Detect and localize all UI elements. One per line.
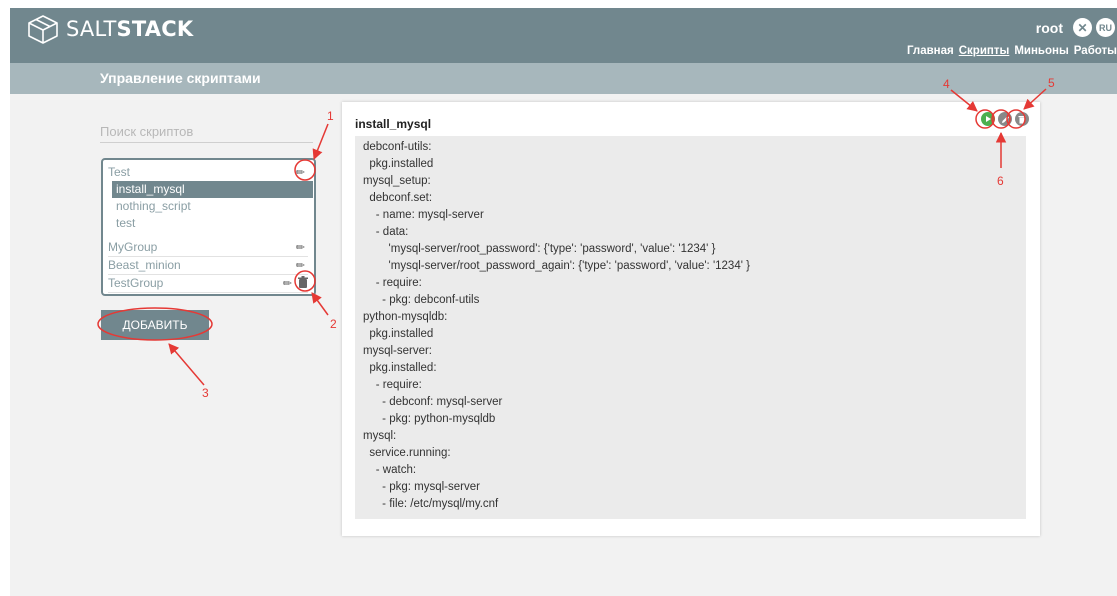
cube-logo-icon	[28, 15, 58, 44]
pencil-icon[interactable]	[998, 112, 1012, 126]
script-item-nothing-script[interactable]: nothing_script	[112, 198, 313, 215]
script-card: install_mysql debconf-utils: pkg.install…	[342, 102, 1040, 536]
nav-home[interactable]: Главная	[907, 45, 954, 57]
group-row-testgroup[interactable]: TestGroup ✏	[108, 275, 308, 293]
language-switch[interactable]: RU	[1096, 18, 1115, 37]
group-label: TestGroup	[108, 276, 164, 290]
trash-icon[interactable]	[297, 276, 309, 289]
group-label: Beast_minion	[108, 258, 181, 272]
nav-jobs[interactable]: Работы	[1074, 45, 1117, 57]
pencil-icon[interactable]: ✏	[283, 276, 292, 293]
group-label: Test	[108, 165, 131, 179]
pencil-icon[interactable]: ✏	[296, 258, 305, 275]
group-row-beast-minion[interactable]: Beast_minion ✏	[108, 257, 308, 275]
play-icon[interactable]	[981, 112, 995, 126]
script-actions	[978, 112, 1029, 126]
search-input[interactable]	[100, 120, 313, 143]
script-item-test[interactable]: test	[112, 215, 313, 232]
annotation-label-1: 1	[327, 109, 334, 123]
group-row-mygroup[interactable]: MyGroup ✏	[108, 239, 308, 257]
add-button[interactable]: ДОБАВИТЬ	[101, 310, 209, 340]
annotation-label-2: 2	[330, 317, 337, 331]
brand-name: SALTSTACK	[66, 17, 194, 41]
close-icon[interactable]: ✕	[1073, 18, 1092, 37]
script-tree: Test ✏ install_mysql nothing_script test…	[101, 158, 316, 296]
script-title: install_mysql	[355, 117, 432, 131]
logo[interactable]: SALTSTACK	[26, 14, 193, 44]
top-header: SALTSTACK root ✕ RU Главная Скрипты Минь…	[10, 8, 1117, 63]
nav-minions[interactable]: Миньоны	[1014, 45, 1068, 57]
script-content[interactable]: debconf-utils: pkg.installed mysql_setup…	[355, 136, 1026, 519]
group-label: MyGroup	[108, 240, 158, 254]
trash-icon[interactable]	[1015, 112, 1029, 126]
group-row-test[interactable]: Test ✏	[108, 164, 308, 181]
script-item-install-mysql[interactable]: install_mysql	[112, 181, 313, 198]
sub-header: Управление скриптами	[10, 63, 1117, 94]
pencil-icon[interactable]: ✏	[296, 240, 305, 257]
app-window: SALTSTACK root ✕ RU Главная Скрипты Минь…	[10, 8, 1117, 596]
user-area: root ✕ RU	[1036, 18, 1115, 37]
annotation-label-3: 3	[202, 386, 209, 400]
page-title: Управление скриптами	[100, 70, 261, 86]
main-nav: Главная Скрипты Миньоны Работы	[902, 45, 1117, 57]
username: root	[1035, 19, 1063, 36]
pencil-icon[interactable]: ✏	[296, 165, 305, 182]
nav-scripts[interactable]: Скрипты	[959, 45, 1010, 57]
